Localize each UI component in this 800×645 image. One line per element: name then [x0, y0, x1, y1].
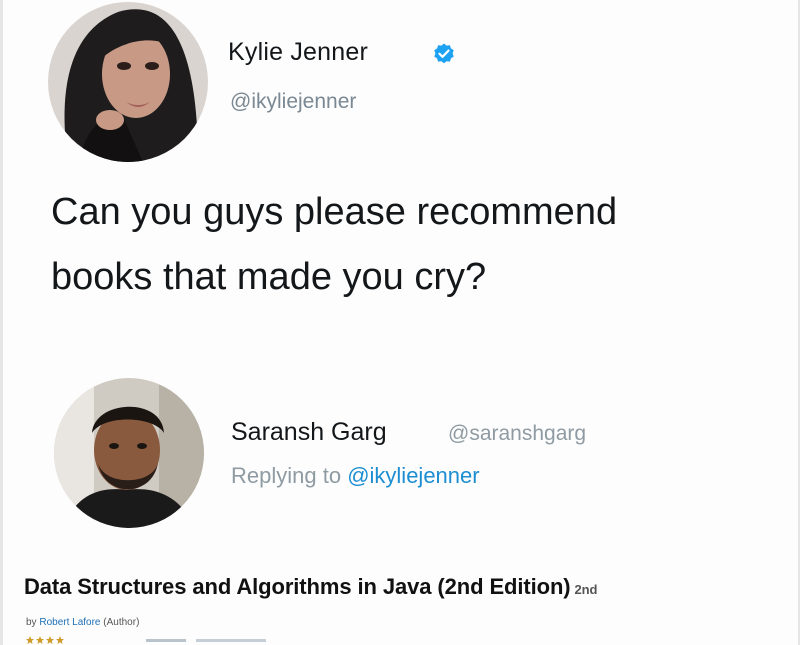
replying-to-handle-link[interactable]: @ikyliejenner [347, 463, 479, 488]
replying-to-line: Replying to @ikyliejenner [231, 463, 480, 489]
reply-author-name[interactable]: Saransh Garg [231, 418, 387, 447]
avatar-portrait-image [54, 378, 204, 528]
reply-author-avatar[interactable] [54, 378, 204, 528]
verified-badge-icon [434, 43, 454, 64]
book-listing-title[interactable]: Data Structures and Algorithms in Java (… [24, 574, 597, 600]
tweet-author-avatar[interactable] [48, 2, 208, 162]
tweet-body-text: Can you guys please recommend books that… [51, 180, 800, 310]
book-edition-suffix: 2nd [574, 582, 598, 597]
avatar-portrait-image [48, 2, 208, 162]
book-author-role: (Author) [103, 617, 140, 628]
screenshot-canvas: Kylie Jenner @ikyliejenner Can you guys … [0, 0, 800, 645]
book-by-prefix: by [26, 617, 37, 628]
reply-author-handle[interactable]: @saranshgarg [448, 422, 586, 446]
tweet-text-line-2: books that made you cry? [51, 256, 487, 298]
tweet-text-line-1: Can you guys please recommend [51, 191, 618, 233]
rating-stars-icon [26, 636, 266, 644]
book-byline: by Robert Lafore (Author) [26, 617, 139, 628]
tweet-author-handle[interactable]: @ikyliejenner [230, 90, 356, 114]
replying-to-prefix: Replying to [231, 463, 342, 488]
left-border [0, 0, 3, 645]
tweet-author-name[interactable]: Kylie Jenner [228, 38, 368, 67]
book-author-link[interactable]: Robert Lafore [39, 617, 100, 628]
book-title-text[interactable]: Data Structures and Algorithms in Java (… [24, 574, 571, 599]
